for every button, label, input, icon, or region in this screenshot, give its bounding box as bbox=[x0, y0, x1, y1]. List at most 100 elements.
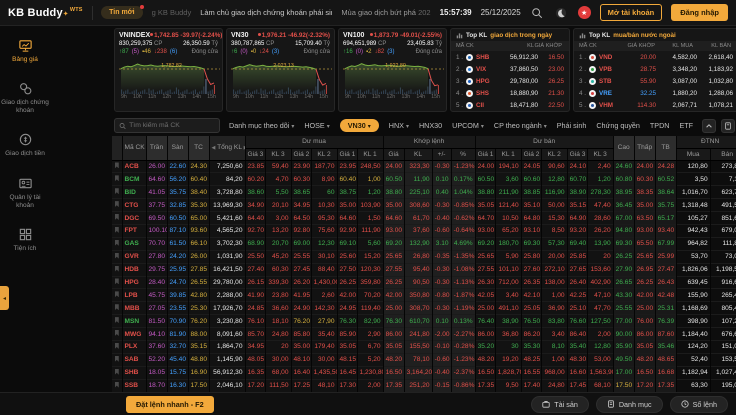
board-tools bbox=[702, 118, 736, 133]
tab-vn30[interactable]: VN30 ▾ bbox=[339, 119, 379, 132]
collapse-charts-icon[interactable] bbox=[702, 118, 717, 133]
bookmark-icon[interactable] bbox=[114, 188, 119, 195]
index-name: VN30 bbox=[231, 32, 249, 39]
tab-upcom[interactable]: UPCOM ▾ bbox=[452, 121, 484, 130]
bookmark-icon[interactable] bbox=[114, 381, 119, 388]
board-row-DGC[interactable]: DGC 69.50 60.50 65.00 5,421,60 64.40 3,00 64.50… bbox=[112, 211, 736, 225]
bookmark-icon[interactable] bbox=[114, 214, 119, 220]
document-icon bbox=[608, 400, 614, 408]
tab-hnx30[interactable]: HNX30 bbox=[419, 121, 442, 130]
board-layout-icon[interactable] bbox=[721, 118, 736, 133]
filter-tabs: Danh mục theo dõi ▾ HOSE ▾ VN30 ▾ HNX ▾ HNX30 UPC… bbox=[229, 119, 693, 132]
open-account-button[interactable]: Mở tài khoản bbox=[599, 4, 663, 21]
bookmark-icon[interactable] bbox=[114, 252, 119, 259]
bookmark-icon[interactable] bbox=[114, 291, 119, 298]
sidebar-item-tiện-ích[interactable]: Tiện ích bbox=[1, 227, 49, 253]
board-row-MBB[interactable]: MBB 27.05 23.55 25.30 17,926,70 24.85 36,60 24.… bbox=[112, 301, 736, 315]
tab-phái-sinh[interactable]: Phái sinh bbox=[557, 121, 587, 130]
list-item-VRE[interactable]: 4 . VRE 32.25 1,880,20 1,288,06 bbox=[574, 87, 736, 99]
tab-hose[interactable]: HOSE ▾ bbox=[304, 121, 329, 130]
list-item-SHS[interactable]: 4 . SHS 18,880,90 21.30 bbox=[451, 87, 569, 99]
list-item-SHB[interactable]: 1 . SHB 56,912,30 16.50 bbox=[451, 51, 569, 63]
bookmark-icon[interactable] bbox=[114, 201, 119, 208]
board-row-BCM[interactable]: BCM 64.60 56.20 60.40 84,20 60.20 4,70 60.30 8,9… bbox=[112, 172, 736, 186]
theme-moon-icon[interactable] bbox=[554, 5, 569, 20]
board-row-GAS[interactable]: GAS 70.70 61.50 66.10 3,702,30 68.90 20,70 69.0… bbox=[112, 237, 736, 251]
bookmark-icon[interactable] bbox=[114, 355, 119, 362]
list-item-HPG[interactable]: 3 . HPG 29,780,00 26.25 bbox=[451, 75, 569, 87]
bookmark-icon[interactable] bbox=[114, 368, 119, 375]
stock-logo bbox=[466, 89, 473, 97]
bookmark-icon[interactable] bbox=[114, 162, 119, 169]
bookmark-icon[interactable] bbox=[114, 175, 119, 182]
board-row-HDB[interactable]: HDB 29.75 25.95 27.85 16,421,50 27.40 60,30 27.… bbox=[112, 263, 736, 277]
tab-tpdn[interactable]: TPDN bbox=[650, 121, 670, 130]
bookmark-icon[interactable] bbox=[114, 330, 119, 337]
market-status: Đóng cửa bbox=[191, 49, 218, 55]
svg-text:1,782.82: 1,782.82 bbox=[161, 63, 182, 69]
sidebar-item-bảng-giá[interactable]: Bảng giá bbox=[1, 38, 49, 64]
board-row-CTG[interactable]: CTG 37.75 32.85 35.30 13,969,30 34.90 20,10 34.… bbox=[112, 198, 736, 212]
search-icon bbox=[119, 122, 126, 129]
list-item-VIX[interactable]: 2 . VIX 37,860,50 23.00 bbox=[451, 63, 569, 75]
briefcase-icon bbox=[542, 401, 550, 408]
news-badge[interactable]: Tin mới bbox=[101, 5, 144, 19]
stock-logo bbox=[466, 101, 473, 109]
board-row-HPG[interactable]: HPG 28.40 24.70 26.55 29,780,00 26.15 339,30 26… bbox=[112, 276, 736, 289]
bookmark-icon[interactable] bbox=[114, 265, 119, 272]
tab-cp-theo-ngành[interactable]: CP theo ngành ▾ bbox=[494, 121, 547, 130]
list-item-STB[interactable]: 3 . STB 55.90 3,087,00 1,032,80 bbox=[574, 75, 736, 87]
tab-chứng-quyền[interactable]: Chứng quyền bbox=[596, 121, 640, 130]
board-row-SSB[interactable]: SSB 18.70 16.30 17.50 2,046,10 17.20 111,50 17.… bbox=[112, 379, 736, 393]
bookmark-icon[interactable] bbox=[114, 278, 119, 285]
board-row-SAB[interactable]: SAB 52.20 45.40 48.80 1,145,90 48.05 30,00 48.1… bbox=[112, 353, 736, 367]
tab-hnx[interactable]: HNX ▾ bbox=[389, 121, 409, 130]
bookmark-icon[interactable] bbox=[114, 304, 119, 311]
portfolio-button[interactable]: Danh mục bbox=[595, 395, 663, 413]
list-item-VHM[interactable]: 5 . VHM 114.30 2,067,71 1,078,21 bbox=[574, 99, 736, 111]
stock-search-box[interactable] bbox=[114, 118, 220, 133]
bookmark-icon[interactable] bbox=[114, 317, 119, 324]
order-book-button[interactable]: Sổ lệnh bbox=[669, 395, 728, 413]
search-input[interactable] bbox=[129, 122, 215, 129]
index-value-change: 1,742.85 -39.97(-2.24%) bbox=[150, 32, 222, 39]
filter-bar: Danh mục theo dõi▾ HOSE▾ VN30▾ HNX▾ HNX30 UPC… bbox=[114, 115, 736, 136]
bar-chart-icon bbox=[579, 33, 586, 39]
rewards-star-icon[interactable]: ★ bbox=[577, 6, 591, 19]
index-panel-vn30[interactable]: VN30 1,976.21 -46.92(-2.32%) 380,787,865 C… bbox=[226, 28, 335, 112]
board-row-MSN[interactable]: MSN 81.50 70.90 76.20 3,230,80 76.10 18,10 76.2… bbox=[112, 314, 736, 328]
svg-text:1,922.80: 1,922.80 bbox=[385, 63, 406, 69]
bookmark-icon[interactable] bbox=[114, 342, 119, 349]
assets-button[interactable]: Tài sản bbox=[531, 395, 589, 413]
bookmark-icon[interactable] bbox=[114, 239, 119, 246]
sidebar-item-giao-dịch-chứng-khoán[interactable]: Giao dịch chứng khoán bbox=[1, 81, 49, 115]
index-panel-vnindex[interactable]: VNINDEX 1,742.85 -39.97(-2.24%) 830,259,37… bbox=[114, 28, 223, 112]
stock-logo bbox=[466, 53, 473, 61]
board-row-SHB[interactable]: SHB 18.05 15.75 16.90 56,912,30 16.35 68,00 16.… bbox=[112, 366, 736, 380]
index-breadth-row: ↑6 (0) ▪0 ↓24 (3) Đóng cửa bbox=[231, 49, 330, 55]
board-row-MWG[interactable]: MWG 94.10 81.90 88.00 8,091,60 85.70 24,80 85.8… bbox=[112, 327, 736, 341]
tab-danh-mục-theo-dõi[interactable]: Danh mục theo dõi ▾ bbox=[229, 121, 294, 130]
promo-message: Làm chủ giao dịch chứng khoán phái sinh … bbox=[200, 8, 332, 17]
sidebar-collapse-handle[interactable]: ◂ bbox=[0, 286, 9, 310]
sidebar-item-quản-lý-tài-khoản[interactable]: Quản lý tài khoản bbox=[1, 176, 49, 210]
board-row-PLX[interactable]: PLX 37.60 32.70 35.15 1,864,70 34.95 20 35.00 17… bbox=[112, 340, 736, 354]
list-item-VND[interactable]: 1 . VND 20.00 4,582,00 2,618,40 bbox=[574, 51, 736, 63]
sidebar-item-giao-dịch-tiền[interactable]: Giao dịch tiền bbox=[1, 132, 49, 158]
bookmark-icon[interactable] bbox=[114, 226, 119, 233]
list-item-VPB[interactable]: 2 . VPB 28.75 3,348,20 1,183,92 bbox=[574, 63, 736, 75]
login-button[interactable]: Đăng nhập bbox=[671, 4, 728, 21]
stock-logo bbox=[466, 77, 473, 85]
board-row-LPB[interactable]: LPB 45.75 39.85 42.80 2,288,00 41.90 23,80 41.9… bbox=[112, 288, 736, 302]
sidebar-icon-0 bbox=[18, 40, 32, 52]
brand-logo[interactable]: KB Buddy✦WTS bbox=[8, 7, 83, 19]
board-row-ACB[interactable]: ACB 26.00 22.60 24.30 7,250,60 23.85 59,40 23.9… bbox=[112, 160, 736, 173]
board-row-BID[interactable]: BID 41.05 35.75 38.40 3,728,80 38.60 5,50 38.65… bbox=[112, 185, 736, 199]
board-row-GVR[interactable]: GVR 27.80 24.20 26.00 1,031,90 25.50 45,20 25.5… bbox=[112, 250, 736, 264]
quick-order-button[interactable]: Đặt lệnh nhanh - F2 bbox=[126, 395, 214, 413]
board-row-FPT[interactable]: FPT 100.10 87.10 93.60 4,565,20 92.70 13,20 92.… bbox=[112, 224, 736, 238]
search-icon[interactable] bbox=[530, 5, 545, 20]
index-panel-vn100[interactable]: VN100 1,873.79 -49.01(-2.55%) 694,651,989 … bbox=[338, 28, 447, 112]
list-item-CII[interactable]: 5 . CII 18,471,80 22.50 bbox=[451, 99, 569, 111]
tab-etf[interactable]: ETF bbox=[679, 121, 693, 130]
